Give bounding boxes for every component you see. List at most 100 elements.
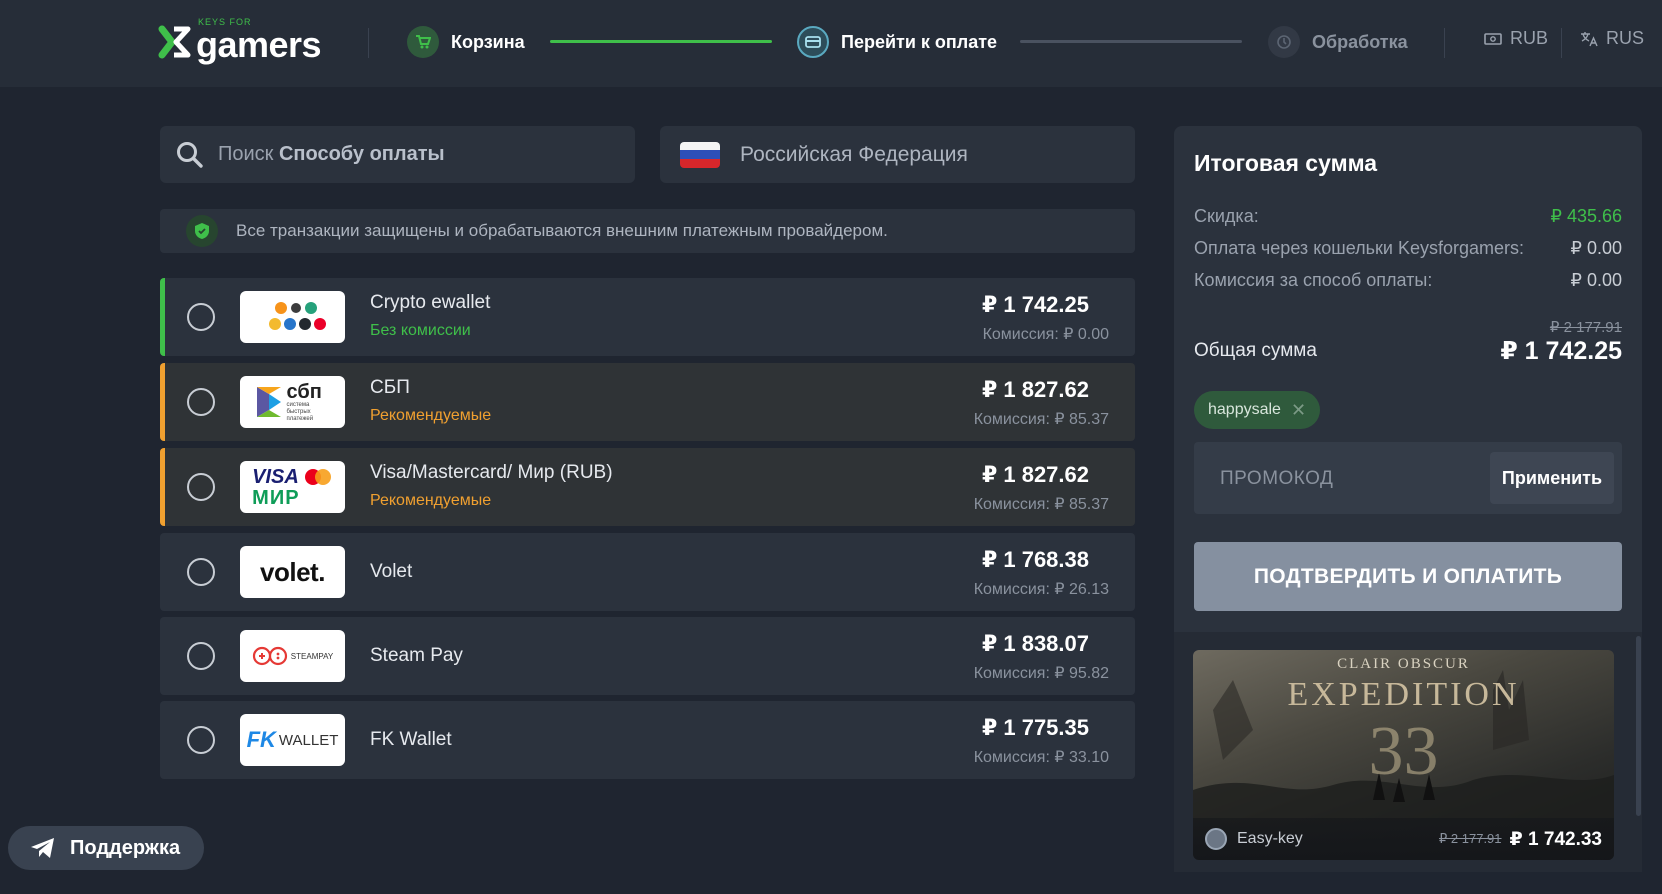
language-selector[interactable]: RUS — [1580, 28, 1644, 49]
payment-tag: Рекомендуемые — [370, 407, 492, 424]
telegram-icon — [31, 838, 54, 858]
volet-logo: volet. — [240, 546, 345, 598]
payment-option-crypto[interactable]: Crypto ewallet Без комиссии ₽ 1 742.25 К… — [160, 278, 1135, 356]
seller-name: Easy-key — [1237, 830, 1303, 847]
payment-commission: Комиссия: ₽ 95.82 — [973, 665, 1109, 682]
payment-price: ₽ 1 827.62 — [981, 462, 1089, 487]
payment-commission: Комиссия: ₽ 26.13 — [973, 581, 1109, 598]
support-label: Поддержка — [70, 836, 181, 859]
header-divider — [1444, 28, 1445, 58]
cart-icon — [407, 26, 439, 58]
country-selector[interactable]: Российская Федерация — [660, 126, 1135, 183]
sbp-logo: сбп система быстрых платежей — [240, 376, 345, 428]
payment-name: СБП — [370, 377, 410, 398]
payment-tag: Рекомендуемые — [370, 492, 492, 509]
currency-label: RUB — [1510, 28, 1549, 48]
clock-icon — [1268, 26, 1300, 58]
header-divider — [1561, 28, 1562, 58]
russia-flag-icon — [680, 141, 720, 168]
money-icon — [1484, 32, 1502, 45]
step-progress-line-done — [550, 40, 772, 43]
payment-name: Steam Pay — [370, 645, 463, 666]
logo-mark-icon — [158, 25, 192, 59]
total-value: ₽ 1 742.25 — [1500, 337, 1622, 365]
currency-selector[interactable]: RUB — [1484, 28, 1548, 49]
payment-name: Volet — [370, 561, 413, 582]
payment-price: ₽ 1 827.62 — [981, 377, 1089, 402]
card-icon — [797, 26, 829, 58]
country-value: Российская Федерация — [740, 142, 968, 166]
search-placeholder: Поиск Способу оплаты — [218, 143, 445, 165]
payment-radio[interactable] — [187, 726, 215, 754]
promo-code-field[interactable]: ПРОМОКОД Применить — [1194, 442, 1622, 514]
payment-price: ₽ 1 775.35 — [981, 715, 1089, 740]
summary-discount-row: Скидка: ₽ 435.66 — [1194, 206, 1622, 226]
game-old-price: ₽ 2 177.91 — [1439, 831, 1502, 846]
payment-name: FK Wallet — [370, 729, 452, 750]
game-title-small: CLAIR OBSCUR — [1337, 656, 1470, 672]
crypto-coins-icon — [268, 302, 326, 330]
secure-note-text: Все транзакции защищены и обрабатываются… — [236, 221, 888, 240]
secure-transactions-note: Все транзакции защищены и обрабатываются… — [160, 209, 1135, 253]
coupon-code: happysale — [1208, 401, 1281, 418]
language-label: RUS — [1606, 28, 1645, 48]
payment-option-volet[interactable]: volet. Volet ₽ 1 768.38 Комиссия: ₽ 26.1… — [160, 533, 1135, 611]
payment-option-steampay[interactable]: STEAMPAY Steam Pay ₽ 1 838.07 Комиссия: … — [160, 617, 1135, 695]
payment-radio[interactable] — [187, 388, 215, 416]
remove-coupon-icon[interactable]: ✕ — [1291, 400, 1306, 421]
commission-value: ₽ 0.00 — [1570, 270, 1623, 290]
logo-small-text: KEYS FOR — [198, 17, 252, 27]
support-button[interactable]: Поддержка — [8, 826, 204, 870]
payment-radio[interactable] — [187, 558, 215, 586]
step-payment[interactable]: Перейти к оплате — [797, 24, 997, 60]
visa-mir-logo: VISA МИР — [240, 461, 345, 513]
summary-commission-row: Комиссия за способ оплаты: ₽ 0.00 — [1194, 270, 1623, 290]
site-logo[interactable]: KEYS FOR gamers — [158, 17, 322, 65]
order-summary-panel: Итоговая сумма Скидка: ₽ 435.66 Оплата ч… — [1174, 126, 1642, 632]
payment-option-visa-mir[interactable]: VISA МИР Visa/Mastercard/ Мир (RUB) Реко… — [160, 448, 1135, 526]
summary-scrollbar[interactable] — [1636, 636, 1641, 816]
apply-promo-button[interactable]: Применить — [1490, 452, 1614, 504]
top-header: KEYS FOR gamers Корзина Перейти к оплате… — [0, 0, 1662, 87]
header-divider — [368, 28, 369, 58]
payment-name: Visa/Mastercard/ Мир (RUB) — [370, 462, 613, 483]
step-progress-line-pending — [1020, 40, 1242, 43]
gamepad-icon — [252, 646, 287, 666]
payment-radio[interactable] — [187, 642, 215, 670]
summary-wallet-row: Оплата через кошельки Keysforgamers: ₽ 0… — [1194, 238, 1622, 258]
translate-icon — [1581, 31, 1598, 46]
game-card-footer: Easy-key ₽ 2 177.91 ₽ 1 742.33 — [1193, 818, 1614, 860]
total-old-price: ₽ 2 177.91 — [1549, 319, 1622, 336]
step-cart-label: Корзина — [451, 31, 525, 52]
payment-price: ₽ 1 838.07 — [981, 631, 1089, 656]
promo-placeholder: ПРОМОКОД — [1220, 468, 1334, 489]
step-cart[interactable]: Корзина — [407, 24, 525, 60]
game-product-card[interactable]: CLAIR OBSCUR EXPEDITION 33 Easy-key ₽ 2 … — [1193, 650, 1614, 860]
payment-name: Crypto ewallet — [370, 292, 491, 313]
payment-price: ₽ 1 742.25 — [981, 292, 1089, 317]
mastercard-icon — [304, 469, 331, 485]
payment-option-fkwallet[interactable]: FK WALLET FK Wallet ₽ 1 775.35 Комиссия:… — [160, 701, 1135, 779]
steampay-logo: STEAMPAY — [240, 630, 345, 682]
shield-icon — [186, 215, 218, 247]
step-processing-label: Обработка — [1312, 31, 1408, 52]
recommended-accent — [160, 363, 165, 441]
payment-search-input[interactable]: Поиск Способу оплаты — [160, 126, 635, 183]
payment-radio[interactable] — [187, 303, 215, 331]
payment-radio[interactable] — [187, 473, 215, 501]
payment-commission: Комиссия: ₽ 85.37 — [973, 496, 1109, 513]
total-label: Общая сумма — [1194, 340, 1317, 361]
recommended-accent — [160, 448, 165, 526]
confirm-and-pay-button[interactable]: ПОДТВЕРДИТЬ И ОПЛАТИТЬ — [1194, 542, 1622, 611]
payment-commission: Комиссия: ₽ 33.10 — [973, 749, 1109, 766]
summary-title: Итоговая сумма — [1194, 150, 1378, 176]
payment-option-sbp[interactable]: сбп система быстрых платежей СБП Рекомен… — [160, 363, 1135, 441]
payment-tag: Без комиссии — [370, 322, 471, 339]
payment-price: ₽ 1 768.38 — [981, 547, 1089, 572]
payment-commission: Комиссия: ₽ 0.00 — [982, 326, 1109, 343]
discount-value: ₽ 435.66 — [1550, 206, 1622, 226]
search-icon — [177, 141, 203, 168]
fkwallet-logo: FK WALLET — [240, 714, 345, 766]
selected-accent — [160, 278, 165, 356]
step-payment-label: Перейти к оплате — [841, 31, 998, 52]
